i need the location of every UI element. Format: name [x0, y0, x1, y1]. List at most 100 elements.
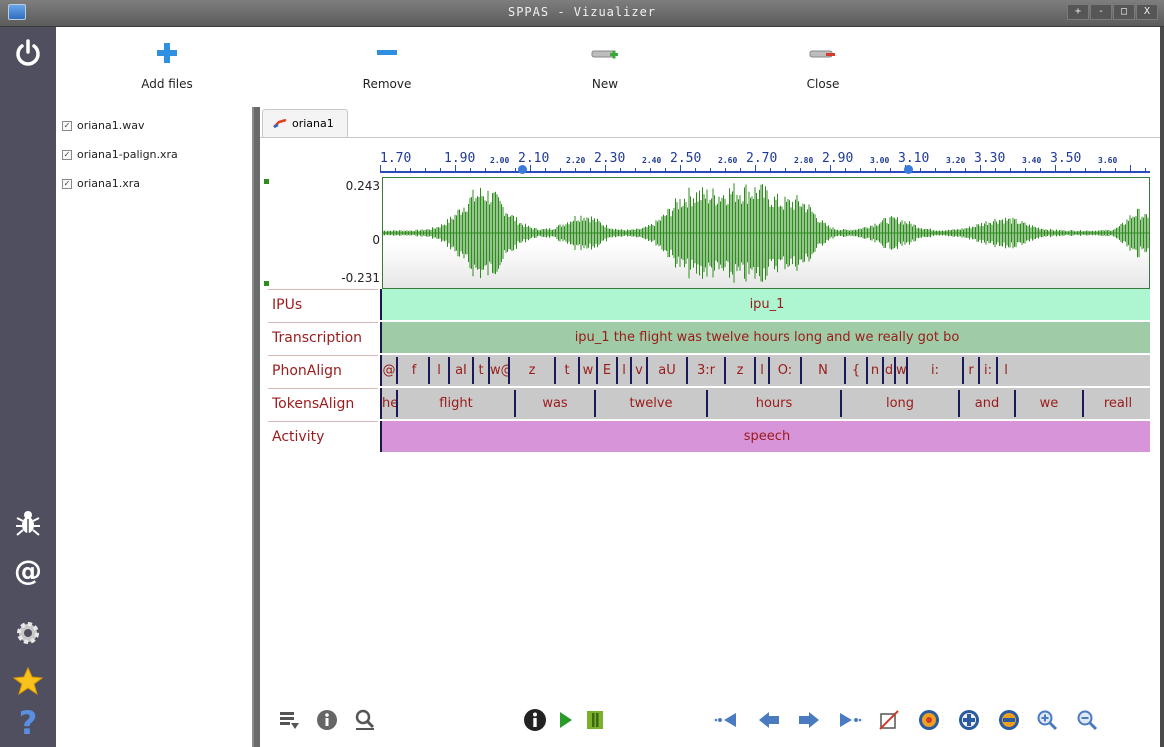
new-button[interactable]: New: [550, 35, 660, 99]
annotation-boundary[interactable]: [508, 357, 510, 384]
bug-icon[interactable]: [8, 503, 48, 543]
annotation-label[interactable]: was: [516, 388, 594, 419]
annotation-boundary[interactable]: [962, 357, 964, 384]
gear-icon[interactable]: [8, 613, 48, 653]
annotation-boundary[interactable]: [596, 357, 598, 384]
help-icon[interactable]: ?: [8, 701, 48, 741]
annotation-label[interactable]: n: [868, 355, 882, 386]
panel-splitter[interactable]: [252, 107, 260, 747]
annotation-boundary[interactable]: [706, 390, 708, 417]
annotation-boundary[interactable]: [840, 390, 842, 417]
tier-track[interactable]: ipu_1: [380, 289, 1150, 320]
window-close-button[interactable]: X: [1136, 4, 1158, 20]
annotation-boundary[interactable]: [428, 357, 430, 384]
zoom-out-period-icon[interactable]: [994, 705, 1024, 735]
annotation-label[interactable]: aI: [450, 355, 472, 386]
annotation-boundary[interactable]: [1082, 390, 1084, 417]
checkbox-icon[interactable]: ✓: [62, 178, 72, 189]
annotation-label[interactable]: t: [474, 355, 488, 386]
waveform-view[interactable]: [382, 177, 1150, 289]
ruler-marker[interactable]: [518, 165, 527, 174]
selection-handle[interactable]: [264, 179, 269, 184]
annotation-label[interactable]: hours: [708, 388, 840, 419]
annotation-label[interactable]: flight: [398, 388, 514, 419]
annotation-boundary[interactable]: [800, 357, 802, 384]
annotation-label[interactable]: i:: [980, 355, 996, 386]
annotation-boundary[interactable]: [978, 357, 980, 384]
annotation-label[interactable]: l: [618, 355, 630, 386]
annotation-label[interactable]: reall: [1084, 388, 1150, 419]
time-ruler[interactable]: 1.70 1.90 2.10 2.30 2.50 2.70 2.90 3.10 3.30 3.50…: [380, 145, 1150, 179]
annotation-label[interactable]: l: [756, 355, 768, 386]
annotation-label[interactable]: aU: [648, 355, 686, 386]
tier-track[interactable]: heflightwastwelvehourslongandwereall: [380, 388, 1150, 419]
zoom-in-icon[interactable]: [1032, 705, 1062, 735]
annotation-label[interactable]: O:: [770, 355, 800, 386]
annotation-label[interactable]: 3:r: [688, 355, 724, 386]
zoom-selection-icon[interactable]: [350, 705, 380, 735]
checkbox-icon[interactable]: ✓: [62, 149, 72, 160]
annotation-boundary[interactable]: [768, 357, 770, 384]
annotation-label[interactable]: r: [964, 355, 978, 386]
forward-icon[interactable]: [794, 705, 824, 735]
annotation-boundary[interactable]: [958, 390, 960, 417]
tier-transcription[interactable]: Transcription ipu_1 the flight was twelv…: [268, 322, 1150, 353]
at-sign-icon[interactable]: @: [8, 551, 48, 591]
pause-icon[interactable]: [580, 705, 610, 735]
annotation-label[interactable]: w@: [490, 355, 508, 386]
tier-activity[interactable]: Activity speech: [268, 421, 1150, 452]
annotation-label[interactable]: z: [510, 355, 554, 386]
annotation-boundary[interactable]: [866, 357, 868, 384]
annotation-boundary[interactable]: [894, 357, 896, 384]
annotation-boundary[interactable]: [630, 357, 632, 384]
play-icon[interactable]: [550, 705, 580, 735]
annotation-label[interactable]: @: [382, 355, 396, 386]
info-icon[interactable]: [520, 705, 550, 735]
window-pin-button[interactable]: +: [1067, 4, 1089, 20]
annotation-label[interactable]: ipu_1: [382, 289, 1150, 320]
annotation-label[interactable]: f: [398, 355, 430, 386]
annotation-boundary[interactable]: [578, 357, 580, 384]
zoom-out-icon[interactable]: [1072, 705, 1102, 735]
file-item[interactable]: ✓ oriana1-palign.xra: [56, 140, 252, 169]
tier-track[interactable]: @flaItw@ztwElvaU3:rzlO:N{ndwi:ri:l: [380, 355, 1150, 386]
annotation-label[interactable]: {: [846, 355, 866, 386]
annotation-boundary[interactable]: [686, 357, 688, 384]
annotation-label[interactable]: N: [802, 355, 844, 386]
window-maximize-button[interactable]: □: [1113, 4, 1135, 20]
power-icon[interactable]: [8, 33, 48, 73]
annotation-boundary[interactable]: [396, 357, 398, 384]
annotation-label[interactable]: we: [1016, 388, 1082, 419]
annotation-label[interactable]: l: [998, 355, 1014, 386]
annotation-boundary[interactable]: [1014, 390, 1016, 417]
selection-handle[interactable]: [264, 281, 269, 286]
annotation-boundary[interactable]: [906, 357, 908, 384]
annotation-label[interactable]: he: [382, 388, 396, 419]
annotation-label[interactable]: w: [896, 355, 906, 386]
ruler-marker[interactable]: [904, 165, 913, 174]
skip-to-end-icon[interactable]: [834, 705, 864, 735]
tier-track[interactable]: ipu_1 the flight was twelve hours long a…: [380, 322, 1150, 353]
list-icon[interactable]: [274, 705, 304, 735]
annotation-boundary[interactable]: [754, 357, 756, 384]
annotation-boundary[interactable]: [448, 357, 450, 384]
annotation-boundary[interactable]: [488, 357, 490, 384]
window-minimize-button[interactable]: -: [1090, 4, 1112, 20]
checkbox-icon[interactable]: ✓: [62, 120, 72, 131]
annotation-boundary[interactable]: [724, 357, 726, 384]
annotation-boundary[interactable]: [616, 357, 618, 384]
annotation-label[interactable]: ipu_1 the flight was twelve hours long a…: [382, 322, 1150, 353]
annotation-boundary[interactable]: [996, 357, 998, 384]
annotation-label[interactable]: l: [430, 355, 448, 386]
annotation-boundary[interactable]: [396, 390, 398, 417]
file-item[interactable]: ✓ oriana1.wav: [56, 111, 252, 140]
star-icon[interactable]: [8, 661, 48, 701]
tier-phonalign[interactable]: PhonAlign @flaItw@ztwElvaU3:rzlO:N{ndwi:…: [268, 355, 1150, 386]
annotation-boundary[interactable]: [514, 390, 516, 417]
rewind-icon[interactable]: [754, 705, 784, 735]
zoom-fit-icon[interactable]: [914, 705, 944, 735]
tier-tokensalign[interactable]: TokensAlign heflightwastwelvehourslongan…: [268, 388, 1150, 419]
skip-to-start-icon[interactable]: [712, 705, 742, 735]
tab-oriana1[interactable]: oriana1: [262, 109, 348, 137]
annotation-label[interactable]: w: [580, 355, 596, 386]
